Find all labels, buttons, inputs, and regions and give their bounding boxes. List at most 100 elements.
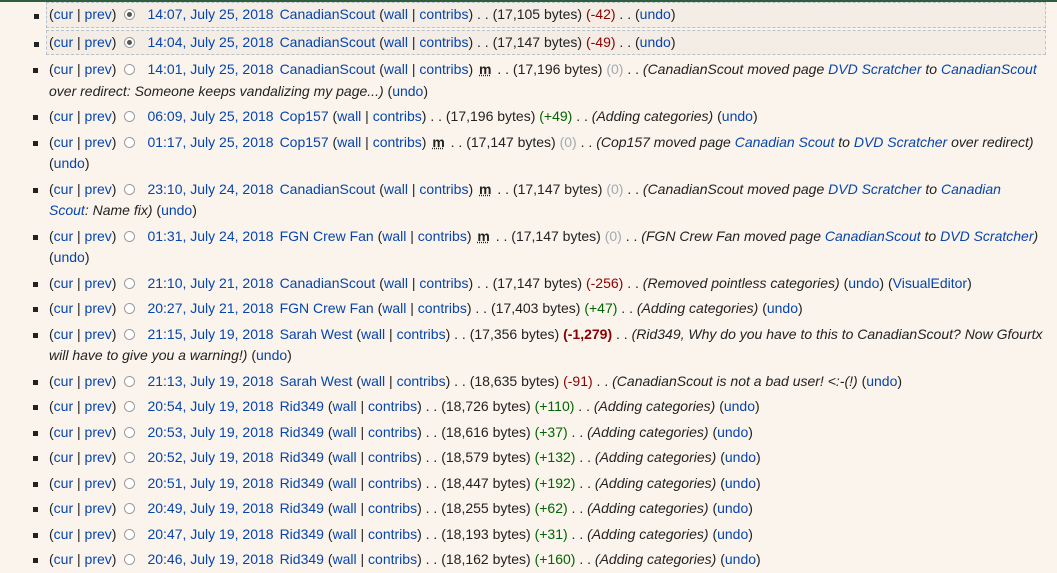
wall-link[interactable]: wall [382, 300, 406, 316]
summary-page-link[interactable]: DVD Scratcher [828, 181, 921, 197]
undo-link[interactable]: undo [725, 551, 756, 567]
prev-link[interactable]: prev [85, 108, 112, 124]
undo-link[interactable]: undo [767, 300, 798, 316]
wall-link[interactable]: wall [337, 108, 361, 124]
user-link[interactable]: Rid349 [280, 398, 324, 414]
prev-link[interactable]: prev [85, 134, 112, 150]
wall-link[interactable]: wall [382, 228, 406, 244]
user-link[interactable]: Rid349 [280, 449, 324, 465]
wall-link[interactable]: wall [333, 500, 357, 516]
undo-link[interactable]: undo [392, 83, 423, 99]
contribs-link[interactable]: contribs [419, 275, 468, 291]
summary-page-link[interactable]: DVD Scratcher [940, 228, 1033, 244]
wall-link[interactable]: wall [333, 424, 357, 440]
revision-date-link[interactable]: 21:10, July 21, 2018 [147, 273, 273, 295]
contribs-link[interactable]: contribs [368, 526, 417, 542]
user-link[interactable]: Cop157 [280, 108, 329, 124]
revision-radio[interactable] [124, 277, 136, 289]
wall-link[interactable]: wall [333, 551, 357, 567]
prev-link[interactable]: prev [85, 181, 112, 197]
undo-link[interactable]: undo [717, 526, 748, 542]
user-link[interactable]: Sarah West [280, 373, 353, 389]
prev-link[interactable]: prev [85, 6, 112, 22]
revision-radio[interactable] [124, 328, 136, 340]
cur-link[interactable]: cur [54, 61, 73, 77]
prev-link[interactable]: prev [85, 449, 112, 465]
revision-date-link[interactable]: 21:15, July 19, 2018 [147, 324, 273, 346]
undo-link[interactable]: undo [717, 500, 748, 516]
contribs-link[interactable]: contribs [373, 134, 422, 150]
revision-radio[interactable] [124, 426, 136, 438]
prev-link[interactable]: prev [85, 61, 112, 77]
revision-date-link[interactable]: 14:01, July 25, 2018 [147, 59, 273, 81]
revision-date-link[interactable]: 14:07, July 25, 2018 [147, 4, 273, 26]
revision-radio[interactable] [124, 36, 136, 48]
user-link[interactable]: FGN Crew Fan [280, 228, 374, 244]
revision-radio[interactable] [124, 64, 136, 75]
wall-link[interactable]: wall [333, 475, 357, 491]
contribs-link[interactable]: contribs [397, 373, 446, 389]
wall-link[interactable]: wall [333, 449, 357, 465]
visual-editor-link[interactable]: VisualEditor [893, 275, 967, 291]
undo-link[interactable]: undo [640, 34, 671, 50]
contribs-link[interactable]: contribs [419, 34, 468, 50]
contribs-link[interactable]: contribs [368, 475, 417, 491]
cur-link[interactable]: cur [54, 526, 73, 542]
user-link[interactable]: CanadianScout [280, 61, 376, 77]
revision-date-link[interactable]: 20:52, July 19, 2018 [147, 447, 273, 469]
user-link[interactable]: Rid349 [280, 551, 324, 567]
cur-link[interactable]: cur [54, 34, 73, 50]
undo-link[interactable]: undo [256, 347, 287, 363]
undo-link[interactable]: undo [725, 475, 756, 491]
prev-link[interactable]: prev [85, 526, 112, 542]
contribs-link[interactable]: contribs [418, 300, 467, 316]
cur-link[interactable]: cur [54, 398, 73, 414]
cur-link[interactable]: cur [54, 6, 73, 22]
prev-link[interactable]: prev [85, 228, 112, 244]
prev-link[interactable]: prev [85, 500, 112, 516]
revision-radio[interactable] [124, 136, 136, 148]
user-link[interactable]: Rid349 [280, 526, 324, 542]
prev-link[interactable]: prev [85, 551, 112, 567]
user-link[interactable]: Rid349 [280, 475, 324, 491]
prev-link[interactable]: prev [85, 300, 112, 316]
revision-date-link[interactable]: 06:09, July 25, 2018 [147, 106, 273, 128]
revision-radio[interactable] [124, 111, 136, 122]
user-link[interactable]: CanadianScout [280, 181, 376, 197]
cur-link[interactable]: cur [54, 300, 73, 316]
revision-date-link[interactable]: 20:47, July 19, 2018 [147, 524, 273, 546]
wall-link[interactable]: wall [337, 134, 361, 150]
revision-radio[interactable] [124, 303, 136, 314]
contribs-link[interactable]: contribs [419, 61, 468, 77]
cur-link[interactable]: cur [54, 449, 73, 465]
undo-link[interactable]: undo [161, 202, 192, 218]
revision-radio[interactable] [124, 230, 136, 242]
undo-link[interactable]: undo [724, 398, 755, 414]
revision-radio[interactable] [124, 477, 136, 489]
wall-link[interactable]: wall [333, 526, 357, 542]
wall-link[interactable]: wall [384, 61, 408, 77]
user-link[interactable]: CanadianScout [280, 34, 376, 50]
revision-date-link[interactable]: 20:53, July 19, 2018 [147, 422, 273, 444]
revision-radio[interactable] [124, 183, 136, 195]
cur-link[interactable]: cur [54, 181, 73, 197]
wall-link[interactable]: wall [384, 181, 408, 197]
revision-radio[interactable] [124, 528, 136, 540]
cur-link[interactable]: cur [54, 475, 73, 491]
revision-radio[interactable] [124, 401, 136, 412]
cur-link[interactable]: cur [54, 228, 73, 244]
revision-date-link[interactable]: 01:17, July 25, 2018 [147, 132, 273, 154]
prev-link[interactable]: prev [85, 34, 112, 50]
contribs-link[interactable]: contribs [368, 424, 417, 440]
revision-date-link[interactable]: 20:51, July 19, 2018 [147, 473, 273, 495]
revision-radio[interactable] [124, 452, 136, 463]
revision-radio[interactable] [124, 503, 136, 514]
summary-page-link[interactable]: Canadian Scout [735, 134, 835, 150]
contribs-link[interactable]: contribs [368, 398, 417, 414]
contribs-link[interactable]: contribs [368, 449, 417, 465]
revision-radio[interactable] [124, 375, 136, 387]
cur-link[interactable]: cur [54, 326, 73, 342]
undo-link[interactable]: undo [725, 449, 756, 465]
prev-link[interactable]: prev [85, 424, 112, 440]
cur-link[interactable]: cur [54, 500, 73, 516]
